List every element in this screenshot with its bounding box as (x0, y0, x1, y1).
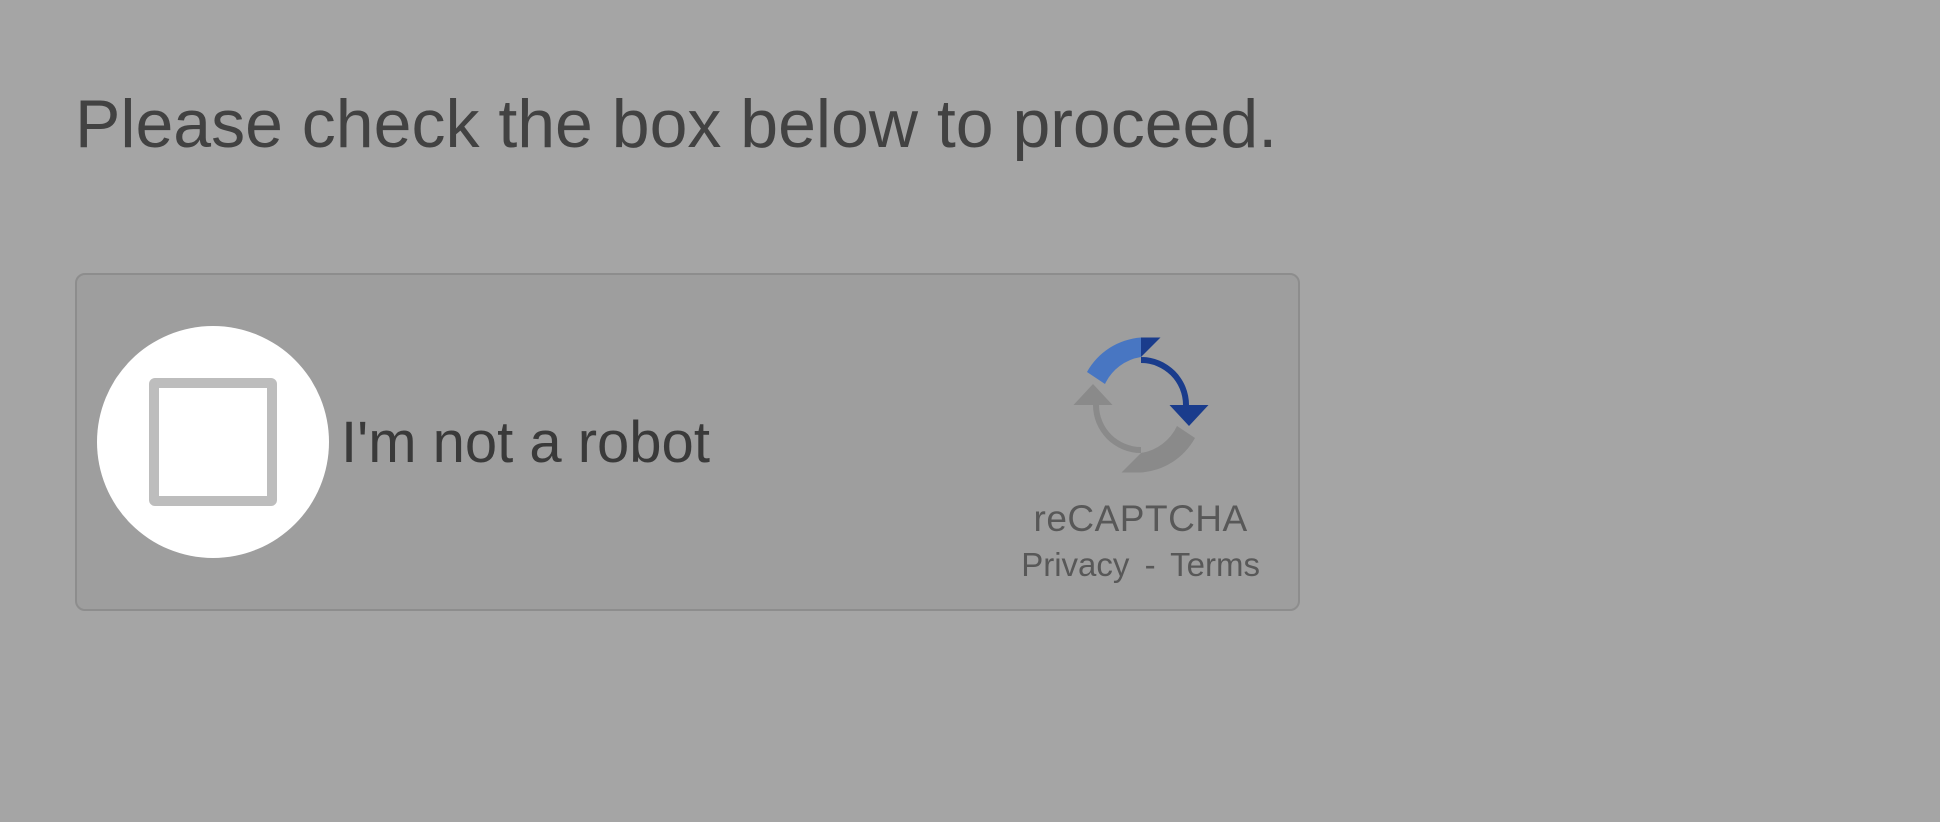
recaptcha-logo-icon (1066, 330, 1216, 480)
captcha-left-section: I'm not a robot (97, 326, 710, 558)
recaptcha-checkbox[interactable] (149, 378, 277, 506)
checkbox-highlight-circle (97, 326, 329, 558)
recaptcha-brand-text: reCAPTCHA (1034, 498, 1248, 540)
legal-separator: - (1145, 546, 1156, 583)
recaptcha-widget: I'm not a robot reCAPTCHA Privacy - Term… (75, 273, 1300, 611)
not-a-robot-label: I'm not a robot (341, 409, 710, 476)
terms-link[interactable]: Terms (1170, 546, 1260, 583)
instruction-text: Please check the box below to proceed. (75, 85, 1865, 163)
recaptcha-legal-links: Privacy - Terms (1021, 546, 1260, 584)
privacy-link[interactable]: Privacy (1021, 546, 1129, 583)
captcha-branding-section: reCAPTCHA Privacy - Terms (1021, 300, 1260, 584)
